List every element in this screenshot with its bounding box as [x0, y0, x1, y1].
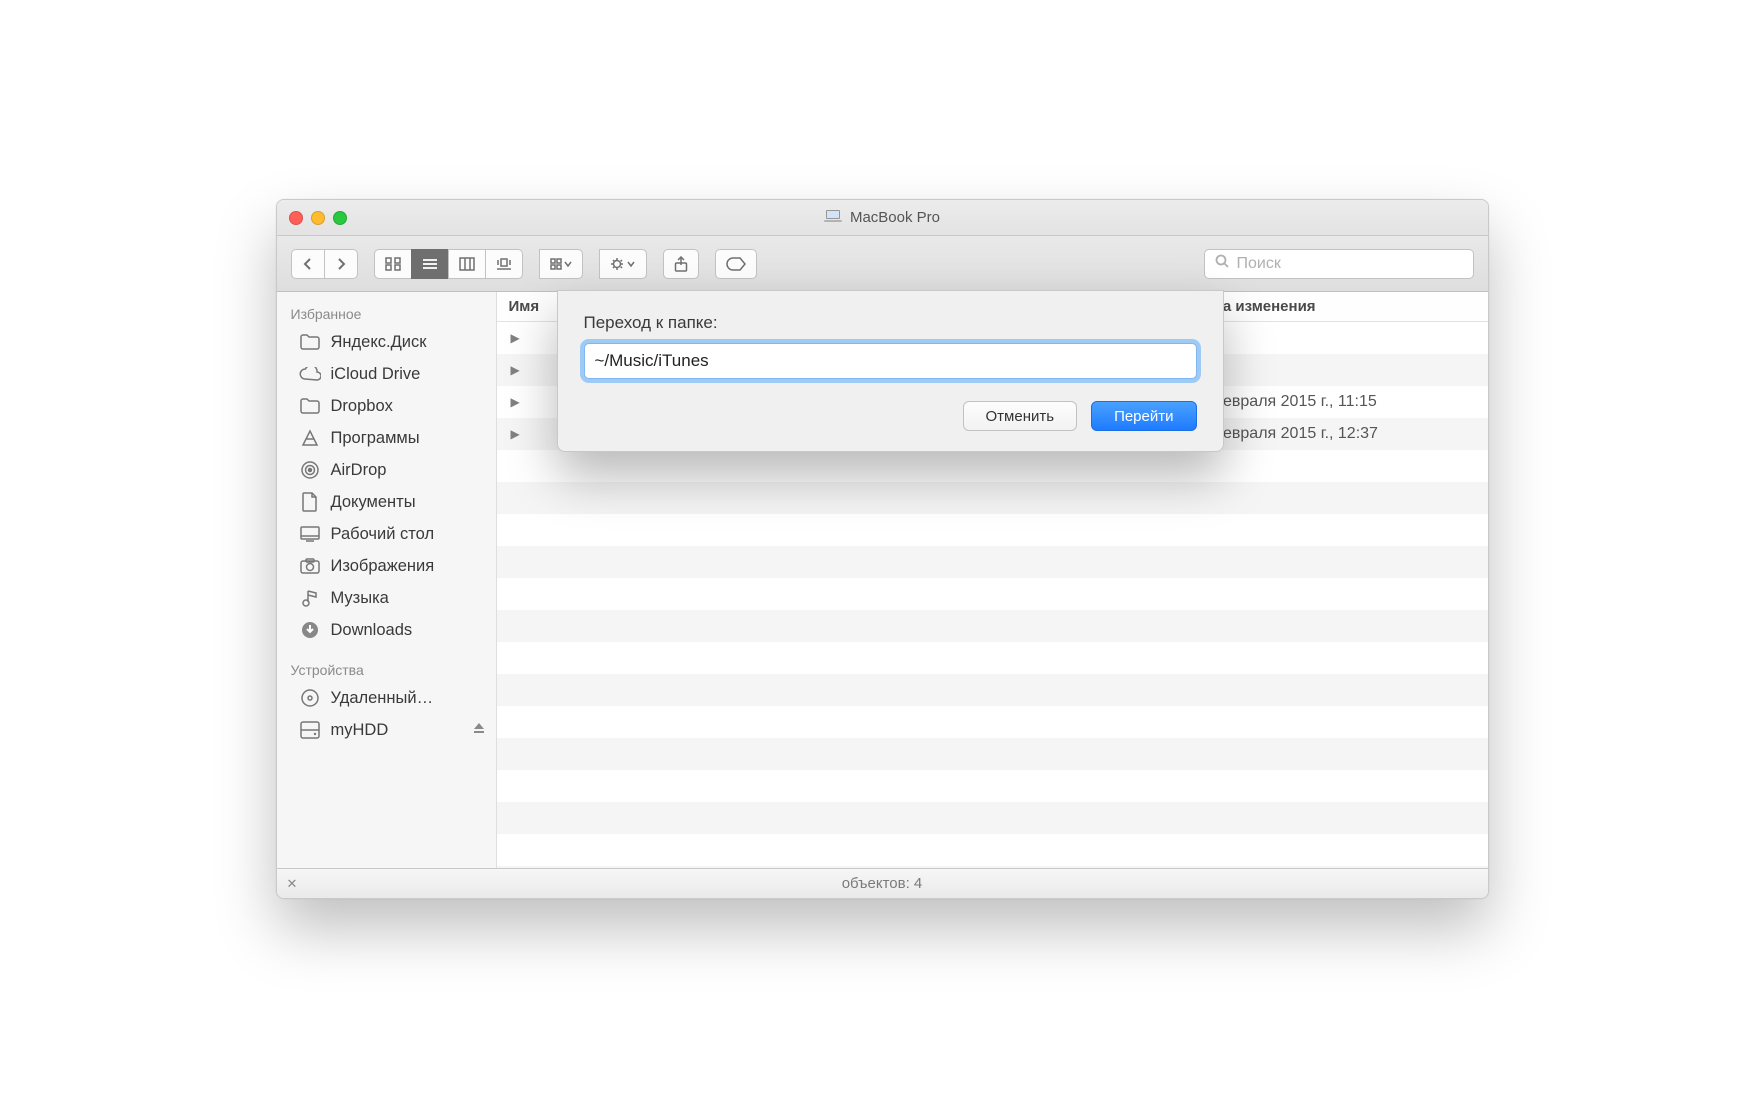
- window-title-text: MacBook Pro: [850, 209, 940, 226]
- arrange-segment: [539, 249, 583, 279]
- table-row-empty: [497, 834, 1488, 866]
- sidebar-header-devices: Устройства: [277, 656, 496, 682]
- sidebar-item-label: Яндекс.Диск: [331, 333, 427, 352]
- sidebar-item-airdrop[interactable]: AirDrop: [277, 454, 496, 486]
- table-row-empty: [497, 802, 1488, 834]
- cancel-button[interactable]: Отменить: [963, 401, 1078, 431]
- sidebar-item-music[interactable]: Музыка: [277, 582, 496, 614]
- sidebar-item-applications[interactable]: Программы: [277, 422, 496, 454]
- sidebar-item-label: Программы: [331, 429, 420, 448]
- download-icon: [299, 619, 321, 641]
- date-cell: 3 февраля 2015 г., 11:15: [1185, 393, 1488, 411]
- sidebar-item-dropbox[interactable]: Dropbox: [277, 390, 496, 422]
- disclosure-triangle-icon[interactable]: ▶: [511, 331, 520, 345]
- apps-icon: [299, 427, 321, 449]
- table-row-empty: [497, 610, 1488, 642]
- tags-button[interactable]: [715, 249, 757, 279]
- hdd-icon: [299, 719, 321, 741]
- airdrop-icon: [299, 459, 321, 481]
- sidebar: Избранное Яндекс.Диск iCloud Drive Dropb…: [277, 292, 497, 868]
- view-icons-button[interactable]: [374, 249, 411, 279]
- toolbar: [277, 236, 1488, 292]
- table-row-empty: [497, 546, 1488, 578]
- view-switcher: [374, 249, 523, 279]
- sidebar-item-icloud[interactable]: iCloud Drive: [277, 358, 496, 390]
- eject-icon[interactable]: [472, 721, 486, 740]
- view-list-button[interactable]: [411, 249, 448, 279]
- share-button[interactable]: [663, 249, 699, 279]
- date-cell: 2 февраля 2015 г., 12:37: [1185, 425, 1488, 443]
- sidebar-item-documents[interactable]: Документы: [277, 486, 496, 518]
- sidebar-item-label: Документы: [331, 493, 416, 512]
- finder-window: MacBook Pro: [276, 199, 1489, 899]
- table-row-empty: [497, 514, 1488, 546]
- sidebar-item-label: AirDrop: [331, 461, 387, 480]
- cloud-icon: [299, 363, 321, 385]
- search-icon: [1215, 254, 1229, 273]
- window-title: MacBook Pro: [824, 209, 940, 227]
- back-button[interactable]: [291, 249, 324, 279]
- sidebar-item-label: Dropbox: [331, 397, 393, 416]
- disc-icon: [299, 687, 321, 709]
- titlebar: MacBook Pro: [277, 200, 1488, 236]
- zoom-icon[interactable]: [333, 211, 347, 225]
- camera-icon: [299, 555, 321, 577]
- status-bar: ✕ объектов: 4: [277, 868, 1488, 898]
- sidebar-item-label: Изображения: [331, 557, 435, 576]
- table-row-empty: [497, 706, 1488, 738]
- disclosure-triangle-icon[interactable]: ▶: [511, 427, 520, 441]
- nav-back-forward: [291, 249, 358, 279]
- sidebar-item-desktop[interactable]: Рабочий стол: [277, 518, 496, 550]
- sidebar-item-label: Рабочий стол: [331, 525, 435, 544]
- close-icon[interactable]: [289, 211, 303, 225]
- traffic-lights: [289, 200, 347, 236]
- sidebar-header-favorites: Избранное: [277, 300, 496, 326]
- table-row-empty: [497, 770, 1488, 802]
- table-row-empty: [497, 642, 1488, 674]
- go-button[interactable]: Перейти: [1091, 401, 1196, 431]
- sidebar-item-label: Удаленный…: [331, 689, 434, 708]
- disclosure-triangle-icon[interactable]: ▶: [511, 363, 520, 377]
- sidebar-item-label: myHDD: [331, 721, 389, 740]
- view-columns-button[interactable]: [448, 249, 485, 279]
- table-row-empty: [497, 450, 1488, 482]
- folder-icon: [299, 395, 321, 417]
- table-row-empty: [497, 738, 1488, 770]
- sidebar-item-remote-disc[interactable]: Удаленный…: [277, 682, 496, 714]
- laptop-icon: [824, 209, 842, 227]
- sidebar-item-yandex-disk[interactable]: Яндекс.Диск: [277, 326, 496, 358]
- action-segment: [599, 249, 647, 279]
- arrange-button[interactable]: [539, 249, 583, 279]
- sheet-label: Переход к папке:: [584, 313, 1197, 333]
- forward-button[interactable]: [324, 249, 358, 279]
- sidebar-item-label: iCloud Drive: [331, 365, 421, 384]
- music-icon: [299, 587, 321, 609]
- sidebar-item-label: Музыка: [331, 589, 389, 608]
- sidebar-item-pictures[interactable]: Изображения: [277, 550, 496, 582]
- search-input[interactable]: [1237, 255, 1463, 273]
- desktop-icon: [299, 523, 321, 545]
- table-row-empty: [497, 482, 1488, 514]
- minimize-icon[interactable]: [311, 211, 325, 225]
- goto-folder-sheet: Переход к папке: Отменить Перейти: [557, 290, 1224, 452]
- view-coverflow-button[interactable]: [485, 249, 523, 279]
- table-row-empty: [497, 674, 1488, 706]
- disclosure-triangle-icon[interactable]: ▶: [511, 395, 520, 409]
- column-header-date[interactable]: Дата изменения: [1185, 292, 1488, 321]
- sidebar-item-label: Downloads: [331, 621, 413, 640]
- folder-icon: [299, 331, 321, 353]
- document-icon: [299, 491, 321, 513]
- status-text: объектов: 4: [842, 875, 923, 892]
- table-row-empty: [497, 578, 1488, 610]
- action-button[interactable]: [599, 249, 647, 279]
- search-field[interactable]: [1204, 249, 1474, 279]
- path-icon[interactable]: ✕: [287, 876, 298, 892]
- sidebar-item-myhdd[interactable]: myHDD: [277, 714, 496, 746]
- sidebar-item-downloads[interactable]: Downloads: [277, 614, 496, 646]
- goto-path-input[interactable]: [584, 343, 1197, 379]
